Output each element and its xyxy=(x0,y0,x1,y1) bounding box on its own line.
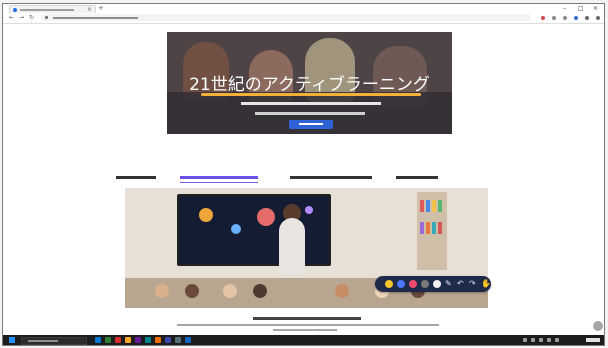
hero-cta-button[interactable] xyxy=(289,120,333,129)
reload-icon[interactable]: ↻ xyxy=(29,14,34,22)
hand-icon[interactable]: ✋ xyxy=(481,279,491,289)
browser-window: × + – □ × ← → ↻ 21世紀のアクティブラーニング ✎ ↶ ↷ ✋ xyxy=(2,3,605,346)
annotation-toolbar: ✎ ↶ ↷ ✋ xyxy=(375,276,491,292)
feature-description-redacted xyxy=(273,329,337,331)
feature-title-redacted xyxy=(253,317,361,320)
product-tabs xyxy=(116,174,446,184)
maximize-icon[interactable]: □ xyxy=(578,5,584,12)
color-swatch-blue[interactable] xyxy=(397,280,405,288)
planet-icon xyxy=(305,206,313,214)
taskbar xyxy=(3,335,604,345)
book xyxy=(420,200,424,212)
tray-icon[interactable] xyxy=(555,338,559,342)
tray-icon[interactable] xyxy=(523,338,527,342)
taskbar-search-placeholder-redacted xyxy=(28,340,58,342)
back-icon[interactable]: ← xyxy=(9,14,14,22)
book xyxy=(426,222,430,234)
feature-description-redacted xyxy=(177,324,439,326)
profile-avatar[interactable] xyxy=(585,16,589,20)
address-row: ← → ↻ xyxy=(3,13,604,24)
taskbar-app-icon[interactable] xyxy=(175,337,181,343)
close-icon[interactable]: × xyxy=(593,5,598,12)
clock-redacted xyxy=(586,338,600,342)
tab-redacted[interactable] xyxy=(290,176,372,179)
start-icon[interactable] xyxy=(9,337,15,343)
taskbar-app-icon[interactable] xyxy=(165,337,171,343)
student xyxy=(185,284,199,298)
extension-icon[interactable] xyxy=(574,16,578,20)
url-text-redacted xyxy=(53,17,138,19)
planet-icon xyxy=(257,208,275,226)
book xyxy=(426,200,430,212)
extension-icon[interactable] xyxy=(541,16,545,20)
book xyxy=(438,200,442,212)
student xyxy=(155,284,169,298)
color-swatch-white[interactable] xyxy=(433,280,441,288)
book xyxy=(438,222,442,234)
taskbar-app-icon[interactable] xyxy=(115,337,121,343)
tray-icon[interactable] xyxy=(547,338,551,342)
taskbar-app-icon[interactable] xyxy=(95,337,101,343)
address-bar[interactable] xyxy=(41,14,531,21)
minimize-icon[interactable]: – xyxy=(563,5,566,12)
teacher xyxy=(279,218,305,274)
undo-icon[interactable]: ↶ xyxy=(457,279,464,289)
color-swatch-pink[interactable] xyxy=(409,280,417,288)
new-tab-button[interactable]: + xyxy=(98,5,104,12)
bookshelf xyxy=(417,192,447,270)
taskbar-app-icon[interactable] xyxy=(145,337,151,343)
hero-title-underline xyxy=(201,93,421,96)
taskbar-app-icon[interactable] xyxy=(185,337,191,343)
redo-icon[interactable]: ↷ xyxy=(469,279,476,289)
hero-subtitle-redacted xyxy=(255,112,365,115)
book xyxy=(432,200,436,212)
tab-title-redacted xyxy=(20,9,74,11)
tray-icon[interactable] xyxy=(539,338,543,342)
pen-icon[interactable]: ✎ xyxy=(445,279,452,289)
tab-redacted[interactable] xyxy=(396,176,438,179)
taskbar-app-icon[interactable] xyxy=(125,337,131,343)
web-page: 21世紀のアクティブラーニング ✎ ↶ ↷ ✋ xyxy=(3,24,604,345)
hero-banner: 21世紀のアクティブラーニング xyxy=(167,32,452,134)
hero-title: 21世紀のアクティブラーニング xyxy=(189,75,430,95)
taskbar-search[interactable] xyxy=(21,337,87,345)
taskbar-app-icon[interactable] xyxy=(105,337,111,343)
extension-icon[interactable] xyxy=(552,16,556,20)
tab-redacted[interactable] xyxy=(116,176,156,179)
student xyxy=(223,284,237,298)
book xyxy=(420,222,424,234)
tray-icon[interactable] xyxy=(531,338,535,342)
planet-icon xyxy=(231,224,241,234)
tab-redacted-active[interactable] xyxy=(180,176,258,179)
forward-icon[interactable]: → xyxy=(19,14,24,22)
tab-favicon-icon xyxy=(13,8,17,12)
help-button[interactable] xyxy=(593,321,603,331)
student xyxy=(253,284,267,298)
tab-close-icon[interactable]: × xyxy=(87,6,92,13)
student xyxy=(335,284,349,298)
interactive-display xyxy=(177,194,331,266)
lock-icon xyxy=(45,16,48,19)
taskbar-app-icon[interactable] xyxy=(155,337,161,343)
color-swatch-yellow[interactable] xyxy=(385,280,393,288)
hero-subtitle-redacted xyxy=(241,102,381,105)
book xyxy=(432,222,436,234)
extension-icon[interactable] xyxy=(563,16,567,20)
tab-active-underline xyxy=(180,182,258,183)
planet-icon xyxy=(199,208,213,222)
menu-icon[interactable] xyxy=(596,16,600,20)
taskbar-app-icon[interactable] xyxy=(135,337,141,343)
color-swatch-gray[interactable] xyxy=(421,280,429,288)
